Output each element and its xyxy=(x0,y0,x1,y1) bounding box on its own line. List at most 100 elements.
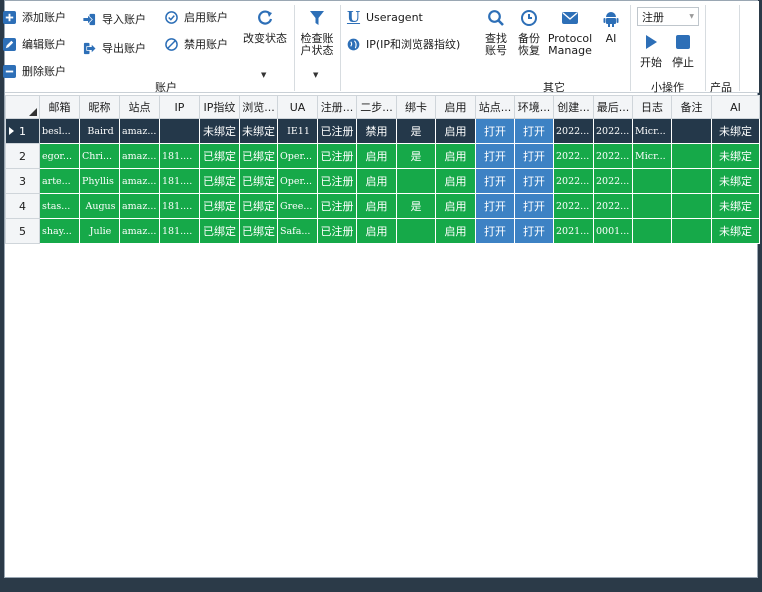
card-bound-cell[interactable] xyxy=(396,218,436,244)
registration-cell[interactable]: 已注册 xyxy=(317,118,357,144)
ua-cell[interactable]: Safa... xyxy=(277,218,318,244)
column-header[interactable]: 绑卡 xyxy=(396,95,436,119)
two-step-cell[interactable]: 启用 xyxy=(356,193,397,219)
column-header[interactable]: AI xyxy=(711,95,760,119)
ip-fingerprint-cell[interactable]: 已绑定 xyxy=(199,143,240,169)
open-env-button[interactable]: 打开 xyxy=(514,118,554,144)
open-site-button[interactable]: 打开 xyxy=(475,118,515,144)
select-all-corner[interactable] xyxy=(5,95,40,119)
note-cell[interactable] xyxy=(671,193,712,219)
import-account-button[interactable]: 导入账户 xyxy=(83,9,146,29)
ip-cell[interactable] xyxy=(159,118,200,144)
column-header[interactable]: 创建... xyxy=(553,95,594,119)
browser-cell[interactable]: 未绑定 xyxy=(239,118,278,144)
ip-fingerprint-cell[interactable]: 未绑定 xyxy=(199,118,240,144)
browser-cell[interactable]: 已绑定 xyxy=(239,168,278,194)
edit-account-button[interactable]: 编辑账户 xyxy=(3,34,66,54)
table-row[interactable]: 1 besl... Baird amaz... 未绑定 未绑定 IE11 已注册… xyxy=(5,118,760,144)
email-cell[interactable]: besl... xyxy=(39,118,80,144)
table-row[interactable]: 3 arte... Phyllis amaz... 181.... 已绑定 已绑… xyxy=(5,168,760,194)
ai-cell[interactable]: 未绑定 xyxy=(711,143,760,169)
site-cell[interactable]: amaz... xyxy=(119,118,160,144)
log-cell[interactable] xyxy=(632,218,672,244)
column-header[interactable]: 昵称 xyxy=(79,95,120,119)
enabled-cell[interactable]: 启用 xyxy=(435,143,476,169)
ip-fingerprint-cell[interactable]: 已绑定 xyxy=(199,168,240,194)
card-bound-cell[interactable]: 是 xyxy=(396,193,436,219)
registration-cell[interactable]: 已注册 xyxy=(317,218,357,244)
useragent-button[interactable]: U Useragent xyxy=(347,7,423,27)
registration-cell[interactable]: 已注册 xyxy=(317,193,357,219)
check-status-dropdown-icon[interactable]: ▼ xyxy=(313,71,318,79)
ip-cell[interactable]: 181.... xyxy=(159,193,200,219)
column-header[interactable]: 邮箱 xyxy=(39,95,80,119)
ai-button[interactable]: AI xyxy=(599,7,623,45)
change-status-button[interactable]: 改变状态 xyxy=(241,7,289,45)
nickname-cell[interactable]: Phyllis xyxy=(79,168,120,194)
open-site-button[interactable]: 打开 xyxy=(475,143,515,169)
email-cell[interactable]: stas... xyxy=(39,193,80,219)
column-header[interactable]: 站点 xyxy=(119,95,160,119)
email-cell[interactable]: arte... xyxy=(39,168,80,194)
column-header[interactable]: 日志 xyxy=(632,95,672,119)
column-header[interactable]: 注册... xyxy=(317,95,357,119)
table-row[interactable]: 4 stas... Augus amaz... 181.... 已绑定 已绑定 … xyxy=(5,193,760,219)
site-cell[interactable]: amaz... xyxy=(119,193,160,219)
ua-cell[interactable]: Gree... xyxy=(277,193,318,219)
browser-cell[interactable]: 已绑定 xyxy=(239,218,278,244)
ip-fingerprint-cell[interactable]: 已绑定 xyxy=(199,193,240,219)
card-bound-cell[interactable]: 是 xyxy=(396,143,436,169)
column-header[interactable]: 二步... xyxy=(356,95,397,119)
last-cell[interactable]: 0001... xyxy=(593,218,633,244)
created-cell[interactable]: 2022... xyxy=(553,118,594,144)
add-account-button[interactable]: 添加账户 xyxy=(3,7,66,27)
registration-cell[interactable]: 已注册 xyxy=(317,143,357,169)
row-number[interactable]: 1 xyxy=(5,118,40,144)
stop-button[interactable]: 停止 xyxy=(669,31,697,69)
note-cell[interactable] xyxy=(671,143,712,169)
open-env-button[interactable]: 打开 xyxy=(514,168,554,194)
ai-cell[interactable]: 未绑定 xyxy=(711,218,760,244)
created-cell[interactable]: 2022... xyxy=(553,143,594,169)
nickname-cell[interactable]: Baird xyxy=(79,118,120,144)
table-row[interactable]: 2 egor... Chri... amaz... 181.... 已绑定 已绑… xyxy=(5,143,760,169)
column-header[interactable]: UA xyxy=(277,95,318,119)
browser-cell[interactable]: 已绑定 xyxy=(239,193,278,219)
open-env-button[interactable]: 打开 xyxy=(514,143,554,169)
last-cell[interactable]: 2022... xyxy=(593,193,633,219)
log-cell[interactable] xyxy=(632,193,672,219)
ai-cell[interactable]: 未绑定 xyxy=(711,118,760,144)
open-env-button[interactable]: 打开 xyxy=(514,193,554,219)
start-button[interactable]: 开始 xyxy=(637,31,665,69)
delete-account-button[interactable]: 删除账户 xyxy=(3,61,66,81)
created-cell[interactable]: 2021... xyxy=(553,218,594,244)
created-cell[interactable]: 2022... xyxy=(553,168,594,194)
column-header[interactable]: IP xyxy=(159,95,200,119)
two-step-cell[interactable]: 禁用 xyxy=(356,118,397,144)
last-cell[interactable]: 2022... xyxy=(593,168,633,194)
ua-cell[interactable]: Oper... xyxy=(277,143,318,169)
change-status-dropdown-icon[interactable]: ▼ xyxy=(261,71,266,79)
open-site-button[interactable]: 打开 xyxy=(475,168,515,194)
row-number[interactable]: 4 xyxy=(5,193,40,219)
open-site-button[interactable]: 打开 xyxy=(475,218,515,244)
column-header[interactable]: 备注 xyxy=(671,95,712,119)
ip-cell[interactable]: 181.... xyxy=(159,143,200,169)
disable-account-button[interactable]: 禁用账户 xyxy=(165,34,228,54)
backup-restore-button[interactable]: 备份 恢复 xyxy=(514,7,544,57)
registration-cell[interactable]: 已注册 xyxy=(317,168,357,194)
ip-cell[interactable]: 181.... xyxy=(159,168,200,194)
enabled-cell[interactable]: 启用 xyxy=(435,168,476,194)
enabled-cell[interactable]: 启用 xyxy=(435,118,476,144)
email-cell[interactable]: egor... xyxy=(39,143,80,169)
ai-cell[interactable]: 未绑定 xyxy=(711,168,760,194)
log-cell[interactable]: Micr... xyxy=(632,143,672,169)
enable-account-button[interactable]: 启用账户 xyxy=(165,7,228,27)
browser-cell[interactable]: 已绑定 xyxy=(239,143,278,169)
ip-fingerprint-cell[interactable]: 已绑定 xyxy=(199,218,240,244)
check-status-button[interactable]: 检查账 户状态 xyxy=(295,7,339,57)
open-site-button[interactable]: 打开 xyxy=(475,193,515,219)
nickname-cell[interactable]: Chri... xyxy=(79,143,120,169)
site-cell[interactable]: amaz... xyxy=(119,168,160,194)
row-number[interactable]: 2 xyxy=(5,143,40,169)
